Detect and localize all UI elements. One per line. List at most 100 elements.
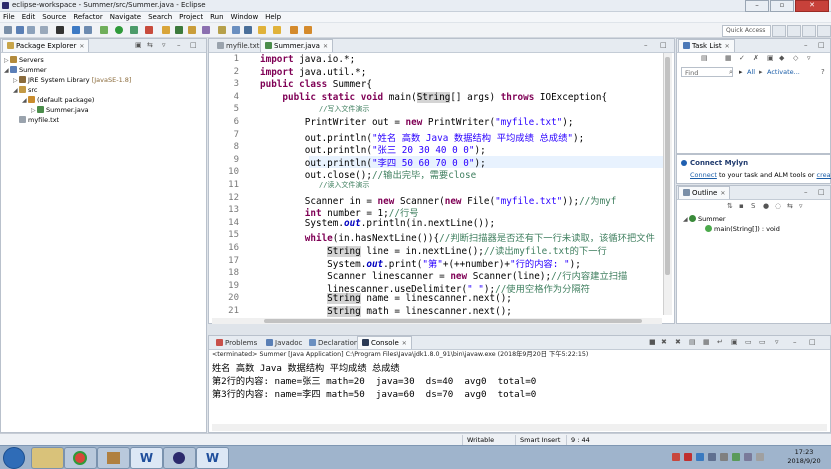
editor-horizontal-scrollbar[interactable] xyxy=(212,318,662,324)
terminate-icon[interactable]: ■ xyxy=(649,338,656,346)
menu-file[interactable]: File xyxy=(3,12,15,22)
menu-run[interactable]: Run xyxy=(210,12,223,22)
menu-help[interactable]: Help xyxy=(265,12,281,22)
collapse-icon[interactable]: ▣ xyxy=(767,54,774,62)
clear-console-icon[interactable]: ▤ xyxy=(689,338,696,346)
debug-run-icon[interactable] xyxy=(100,26,108,34)
input-method-tray-icon[interactable] xyxy=(684,453,692,461)
skip-breakpoints-icon[interactable] xyxy=(72,26,80,34)
focus-icon[interactable]: ◇ xyxy=(793,54,798,62)
task-find-input[interactable]: Find xyxy=(681,67,733,77)
tray-icon[interactable] xyxy=(744,453,752,461)
scroll-lock-icon[interactable]: ▦ xyxy=(703,338,710,346)
pin-console-icon[interactable]: ▣ xyxy=(731,338,738,346)
java-perspective-icon[interactable] xyxy=(802,25,816,37)
print-icon[interactable] xyxy=(40,26,48,34)
tree-item-myfile-txt[interactable]: myfile.txt xyxy=(13,115,59,125)
hide-nonpublic-icon[interactable]: ● xyxy=(763,202,769,210)
menu-navigate[interactable]: Navigate xyxy=(110,12,141,22)
maximize-icon[interactable]: □ xyxy=(818,188,825,196)
tray-icon[interactable] xyxy=(732,453,740,461)
sort-icon[interactable]: ⇅ xyxy=(727,202,733,210)
menu-refactor[interactable]: Refactor xyxy=(73,12,102,22)
open-type-icon[interactable] xyxy=(188,26,196,34)
hide-fields-icon[interactable]: ▪ xyxy=(739,202,744,210)
hide-local-icon[interactable]: ◌ xyxy=(775,202,781,210)
next-annotation-icon[interactable] xyxy=(258,26,266,34)
word-wrap-icon[interactable]: ↵ xyxy=(717,338,723,346)
menu-search[interactable]: Search xyxy=(148,12,172,22)
menu-edit[interactable]: Edit xyxy=(22,12,36,22)
sync-icon[interactable]: ◆ xyxy=(779,54,784,62)
close-icon[interactable]: ✕ xyxy=(402,340,407,347)
maximize-button[interactable]: ▫ xyxy=(770,0,794,12)
close-button[interactable]: ✕ xyxy=(795,0,829,12)
remove-launch-icon[interactable]: ✖ xyxy=(661,338,667,346)
collapse-all-icon[interactable]: ▣ xyxy=(135,41,142,49)
tray-icon[interactable] xyxy=(756,453,764,461)
new-icon[interactable] xyxy=(4,26,12,34)
minimize-icon[interactable]: – xyxy=(644,41,648,49)
help-icon[interactable]: ? xyxy=(821,68,825,76)
connect-link[interactable]: Connect xyxy=(690,171,717,179)
minimize-button[interactable]: – xyxy=(745,0,769,12)
collapse-arrow-icon[interactable]: ◢ xyxy=(683,215,689,225)
new-java-package-icon[interactable] xyxy=(162,26,170,34)
tree-item-summer-project[interactable]: ◢Summer xyxy=(4,65,47,75)
tray-icon[interactable] xyxy=(720,453,728,461)
tree-item-jre-library[interactable]: ▷JRE System Library [JavaSE-1.8] xyxy=(13,75,131,85)
display-console-icon[interactable]: ▭ xyxy=(745,338,752,346)
open-console-icon[interactable]: ▭ xyxy=(759,338,766,346)
block-selection-icon[interactable] xyxy=(244,26,252,34)
remove-all-icon[interactable]: ✖ xyxy=(675,338,681,346)
minimize-icon[interactable]: – xyxy=(804,188,808,196)
eclipse-taskbar-icon[interactable] xyxy=(163,447,196,469)
schedule-icon[interactable]: ▦ xyxy=(725,54,732,62)
filter-icon[interactable]: ✗ xyxy=(753,54,759,62)
word-taskbar-icon[interactable]: W xyxy=(130,447,163,469)
tab-declaration[interactable]: Declaration xyxy=(304,336,363,349)
activate-link[interactable]: Activate... xyxy=(767,68,800,76)
view-menu-icon[interactable]: ▿ xyxy=(162,41,166,49)
view-menu-icon[interactable]: ▿ xyxy=(775,338,779,346)
search-icon[interactable]: ⌕ xyxy=(729,68,733,77)
minimize-icon[interactable]: – xyxy=(177,41,181,49)
close-icon[interactable]: ✕ xyxy=(79,43,84,50)
minimize-icon[interactable]: – xyxy=(804,41,808,49)
menu-project[interactable]: Project xyxy=(179,12,203,22)
tab-outline[interactable]: Outline✕ xyxy=(678,186,730,199)
volume-tray-icon[interactable] xyxy=(708,453,716,461)
outline-method-main[interactable]: main(String[]) : void xyxy=(705,224,780,234)
file-explorer-taskbar-icon[interactable] xyxy=(31,447,64,469)
run-icon[interactable] xyxy=(115,26,123,34)
close-icon[interactable]: ✕ xyxy=(720,190,725,197)
tab-package-explorer[interactable]: Package Explorer✕ xyxy=(2,39,89,52)
minimize-icon[interactable]: – xyxy=(793,338,797,346)
tab-problems[interactable]: Problems xyxy=(211,336,262,349)
tree-item-servers[interactable]: ▷Servers xyxy=(4,55,44,65)
winamp-taskbar-icon[interactable] xyxy=(97,447,130,469)
link-editor-icon[interactable]: ⇆ xyxy=(147,41,153,49)
maximize-icon[interactable]: □ xyxy=(818,41,825,49)
maximize-icon[interactable]: □ xyxy=(190,41,197,49)
tab-summer-java[interactable]: Summer.java✕ xyxy=(260,39,333,52)
all-dropdown-arrow-icon[interactable]: ▸ xyxy=(739,68,743,76)
menu-source[interactable]: Source xyxy=(42,12,66,22)
prev-annotation-icon[interactable] xyxy=(273,26,281,34)
debug-icon[interactable] xyxy=(56,26,64,34)
network-tray-icon[interactable] xyxy=(696,453,704,461)
chrome-taskbar-icon[interactable] xyxy=(64,447,97,469)
menu-window[interactable]: Window xyxy=(231,12,259,22)
hide-static-icon[interactable]: S xyxy=(751,202,755,210)
tree-item-default-package[interactable]: ◢(default package) xyxy=(22,95,94,105)
word-document-taskbar-icon[interactable]: W xyxy=(196,447,229,469)
external-tools-icon[interactable] xyxy=(145,26,153,34)
code-editor[interactable]: 1 import java.io.*; 2 import java.util.*… xyxy=(211,53,663,318)
new-task-icon[interactable]: ▤ xyxy=(701,54,708,62)
save-all-icon[interactable] xyxy=(27,26,35,34)
close-icon[interactable]: ✕ xyxy=(323,43,328,50)
view-menu-icon[interactable]: ▿ xyxy=(799,202,803,210)
link-with-editor-icon[interactable]: ⇆ xyxy=(787,202,793,210)
tab-javadoc[interactable]: Javadoc xyxy=(261,336,307,349)
tab-myfile-txt[interactable]: myfile.txt xyxy=(212,39,264,52)
